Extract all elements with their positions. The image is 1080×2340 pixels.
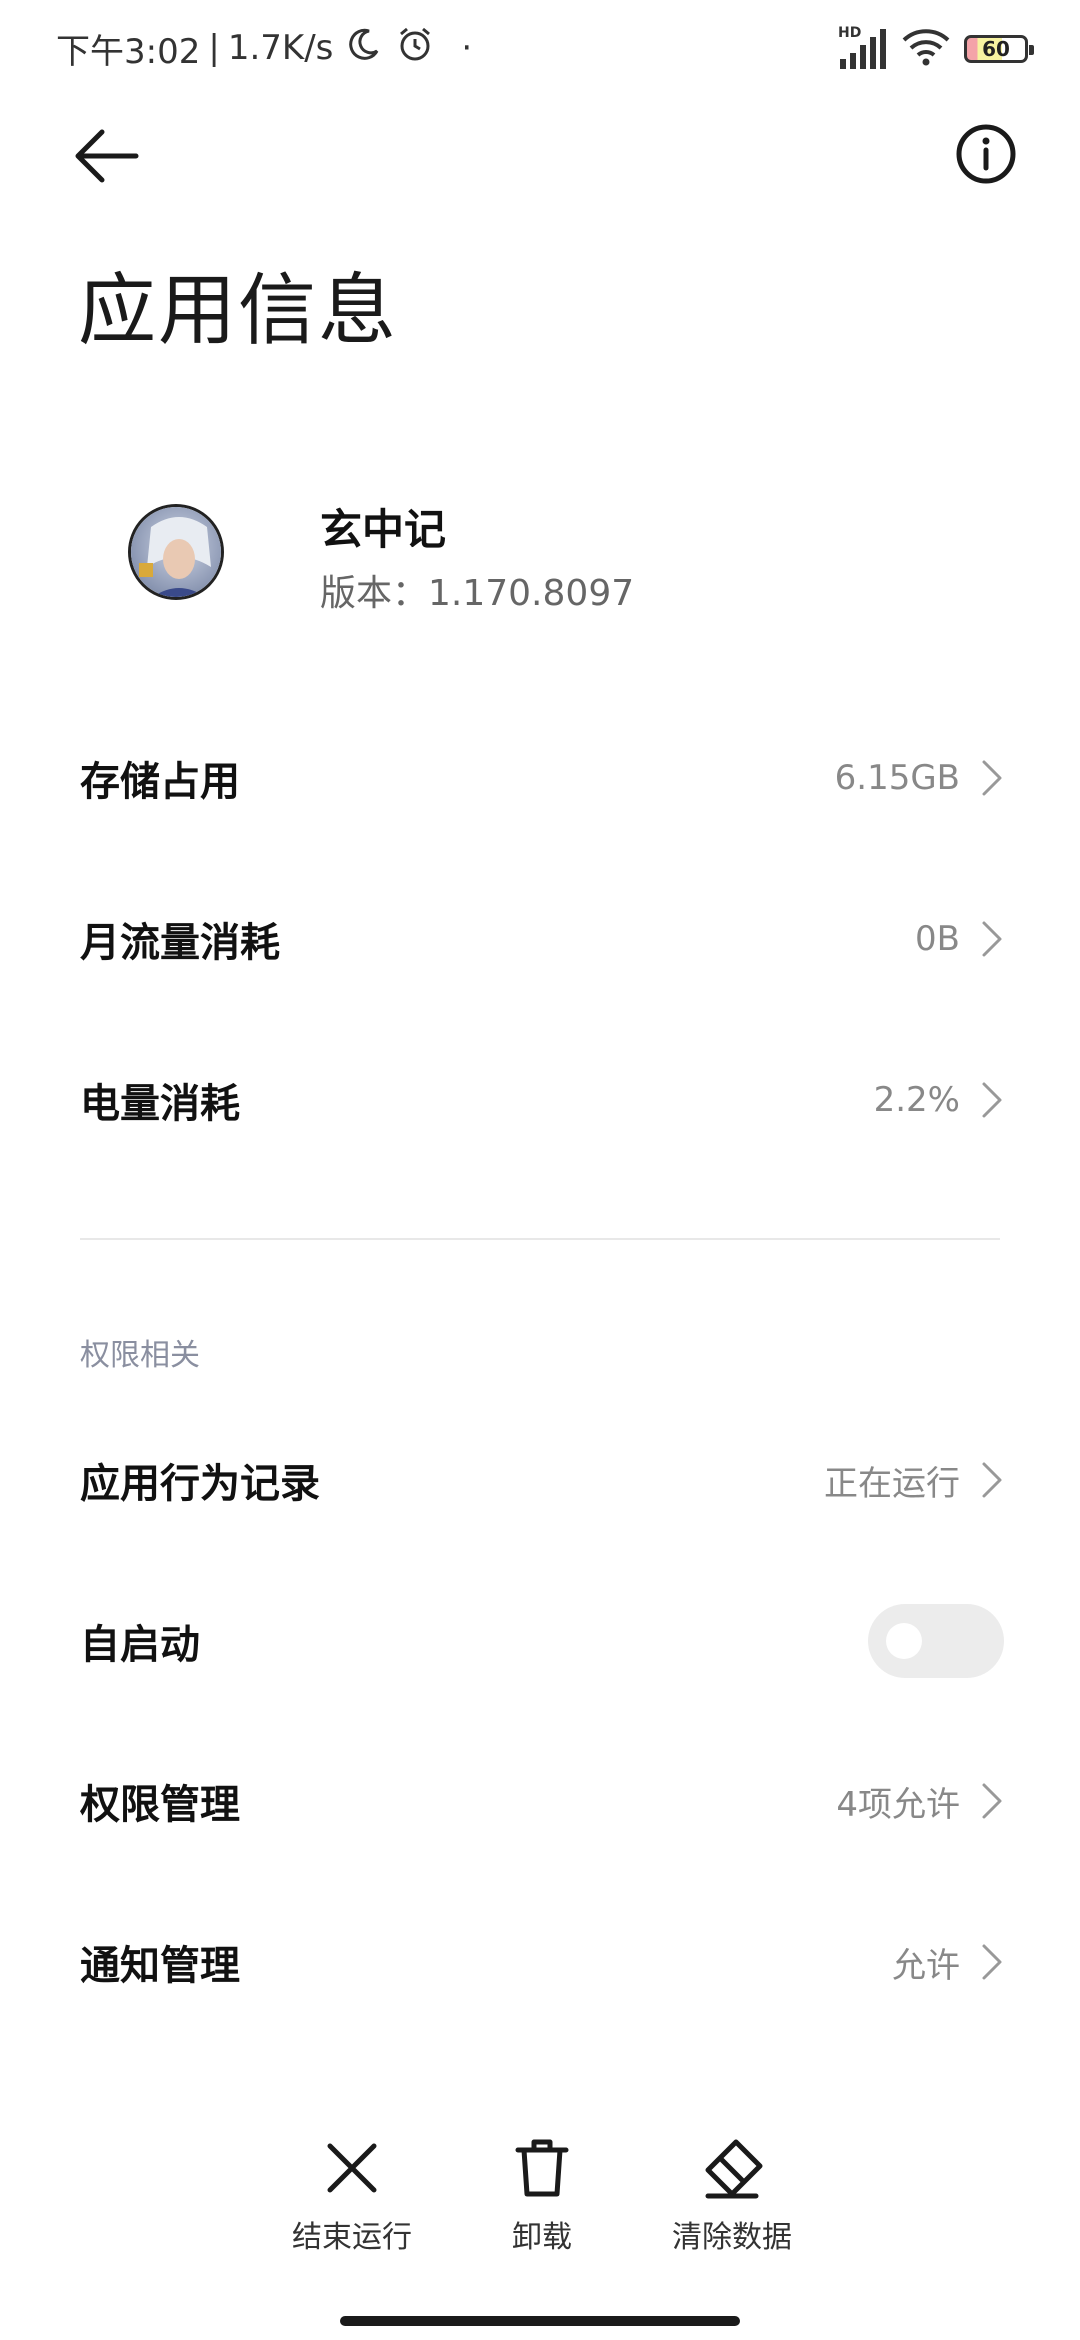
clear-data-label: 清除数据 [672, 2220, 792, 2255]
trash-icon [515, 2139, 569, 2197]
force-stop-label: 结束运行 [292, 2220, 412, 2255]
wifi-icon [902, 28, 950, 70]
info-icon [956, 124, 1016, 184]
auto-start-row: 自启动 [80, 1591, 1004, 1691]
data-usage-row[interactable]: 月流量消耗 0B [80, 889, 1004, 989]
battery-level: 60 [982, 37, 1010, 61]
section-title-permissions: 权限相关 [80, 1338, 200, 1373]
data-usage-right: 0B [915, 919, 1004, 959]
permission-mgmt-value: 4项允许 [836, 1784, 960, 1825]
toggle-knob [886, 1623, 922, 1659]
status-net-speed: 1.7K/s [227, 28, 334, 68]
chevron-right-icon [982, 1082, 1002, 1118]
status-time: 下午3:02 [56, 31, 201, 72]
battery-usage-row[interactable]: 电量消耗 2.2% [80, 1050, 1004, 1150]
eraser-icon [705, 2139, 763, 2199]
battery-usage-right: 2.2% [874, 1080, 1004, 1120]
back-arrow-icon [75, 129, 139, 183]
clear-data-button[interactable]: 清除数据 [652, 2136, 812, 2256]
alarm-icon [395, 24, 435, 73]
behavior-log-right: 正在运行 [824, 1456, 1004, 1505]
auto-start-label: 自启动 [80, 1622, 200, 1668]
battery-usage-value: 2.2% [873, 1080, 960, 1120]
moon-icon [347, 27, 381, 70]
behavior-log-value: 正在运行 [824, 1463, 960, 1504]
chevron-right-icon [982, 1944, 1002, 1980]
battery-icon: 60 [964, 35, 1034, 63]
page-title: 应用信息 [78, 266, 399, 356]
behavior-log-row[interactable]: 应用行为记录 正在运行 [80, 1430, 1004, 1530]
notification-mgmt-value: 允许 [892, 1945, 960, 1986]
chevron-right-icon [982, 1462, 1002, 1498]
status-extra-dot: · [461, 28, 473, 68]
uninstall-button[interactable]: 卸载 [462, 2136, 622, 2256]
home-indicator[interactable] [340, 2316, 740, 2326]
close-icon [327, 2143, 377, 2193]
status-separator: | [208, 28, 220, 68]
chevron-right-icon [982, 760, 1002, 796]
storage-value: 6.15GB [834, 758, 960, 798]
chevron-right-icon [982, 921, 1002, 957]
app-version: 版本：1.170.8097 [320, 573, 635, 614]
notification-mgmt-right: 允许 [892, 1938, 1004, 1987]
storage-right: 6.15GB [835, 758, 1004, 798]
behavior-log-label: 应用行为记录 [80, 1461, 320, 1507]
permission-mgmt-row[interactable]: 权限管理 4项允许 [80, 1751, 1004, 1851]
notification-mgmt-row[interactable]: 通知管理 允许 [80, 1912, 1004, 2012]
app-icon [128, 504, 224, 600]
uninstall-label: 卸载 [512, 2220, 572, 2255]
storage-label: 存储占用 [80, 759, 240, 805]
permission-mgmt-label: 权限管理 [80, 1782, 240, 1828]
storage-row[interactable]: 存储占用 6.15GB [80, 728, 1004, 828]
notification-mgmt-label: 通知管理 [80, 1943, 240, 1989]
data-usage-value: 0B [915, 919, 960, 959]
status-right: HD 60 [838, 25, 1034, 72]
auto-start-toggle[interactable] [868, 1604, 1004, 1678]
info-button[interactable] [954, 122, 1018, 186]
signal-icon: HD [838, 25, 888, 69]
app-name: 玄中记 [320, 505, 447, 554]
section-divider [80, 1238, 1000, 1240]
data-usage-label: 月流量消耗 [80, 920, 280, 966]
status-bar: 下午3:02 | 1.7K/s · HD 60 [0, 0, 1080, 96]
status-left: 下午3:02 | 1.7K/s · [56, 22, 472, 74]
chevron-right-icon [982, 1783, 1002, 1819]
force-stop-button[interactable]: 结束运行 [272, 2136, 432, 2256]
back-button[interactable] [72, 124, 144, 188]
permission-mgmt-right: 4项允许 [836, 1777, 1004, 1826]
battery-usage-label: 电量消耗 [80, 1081, 240, 1127]
